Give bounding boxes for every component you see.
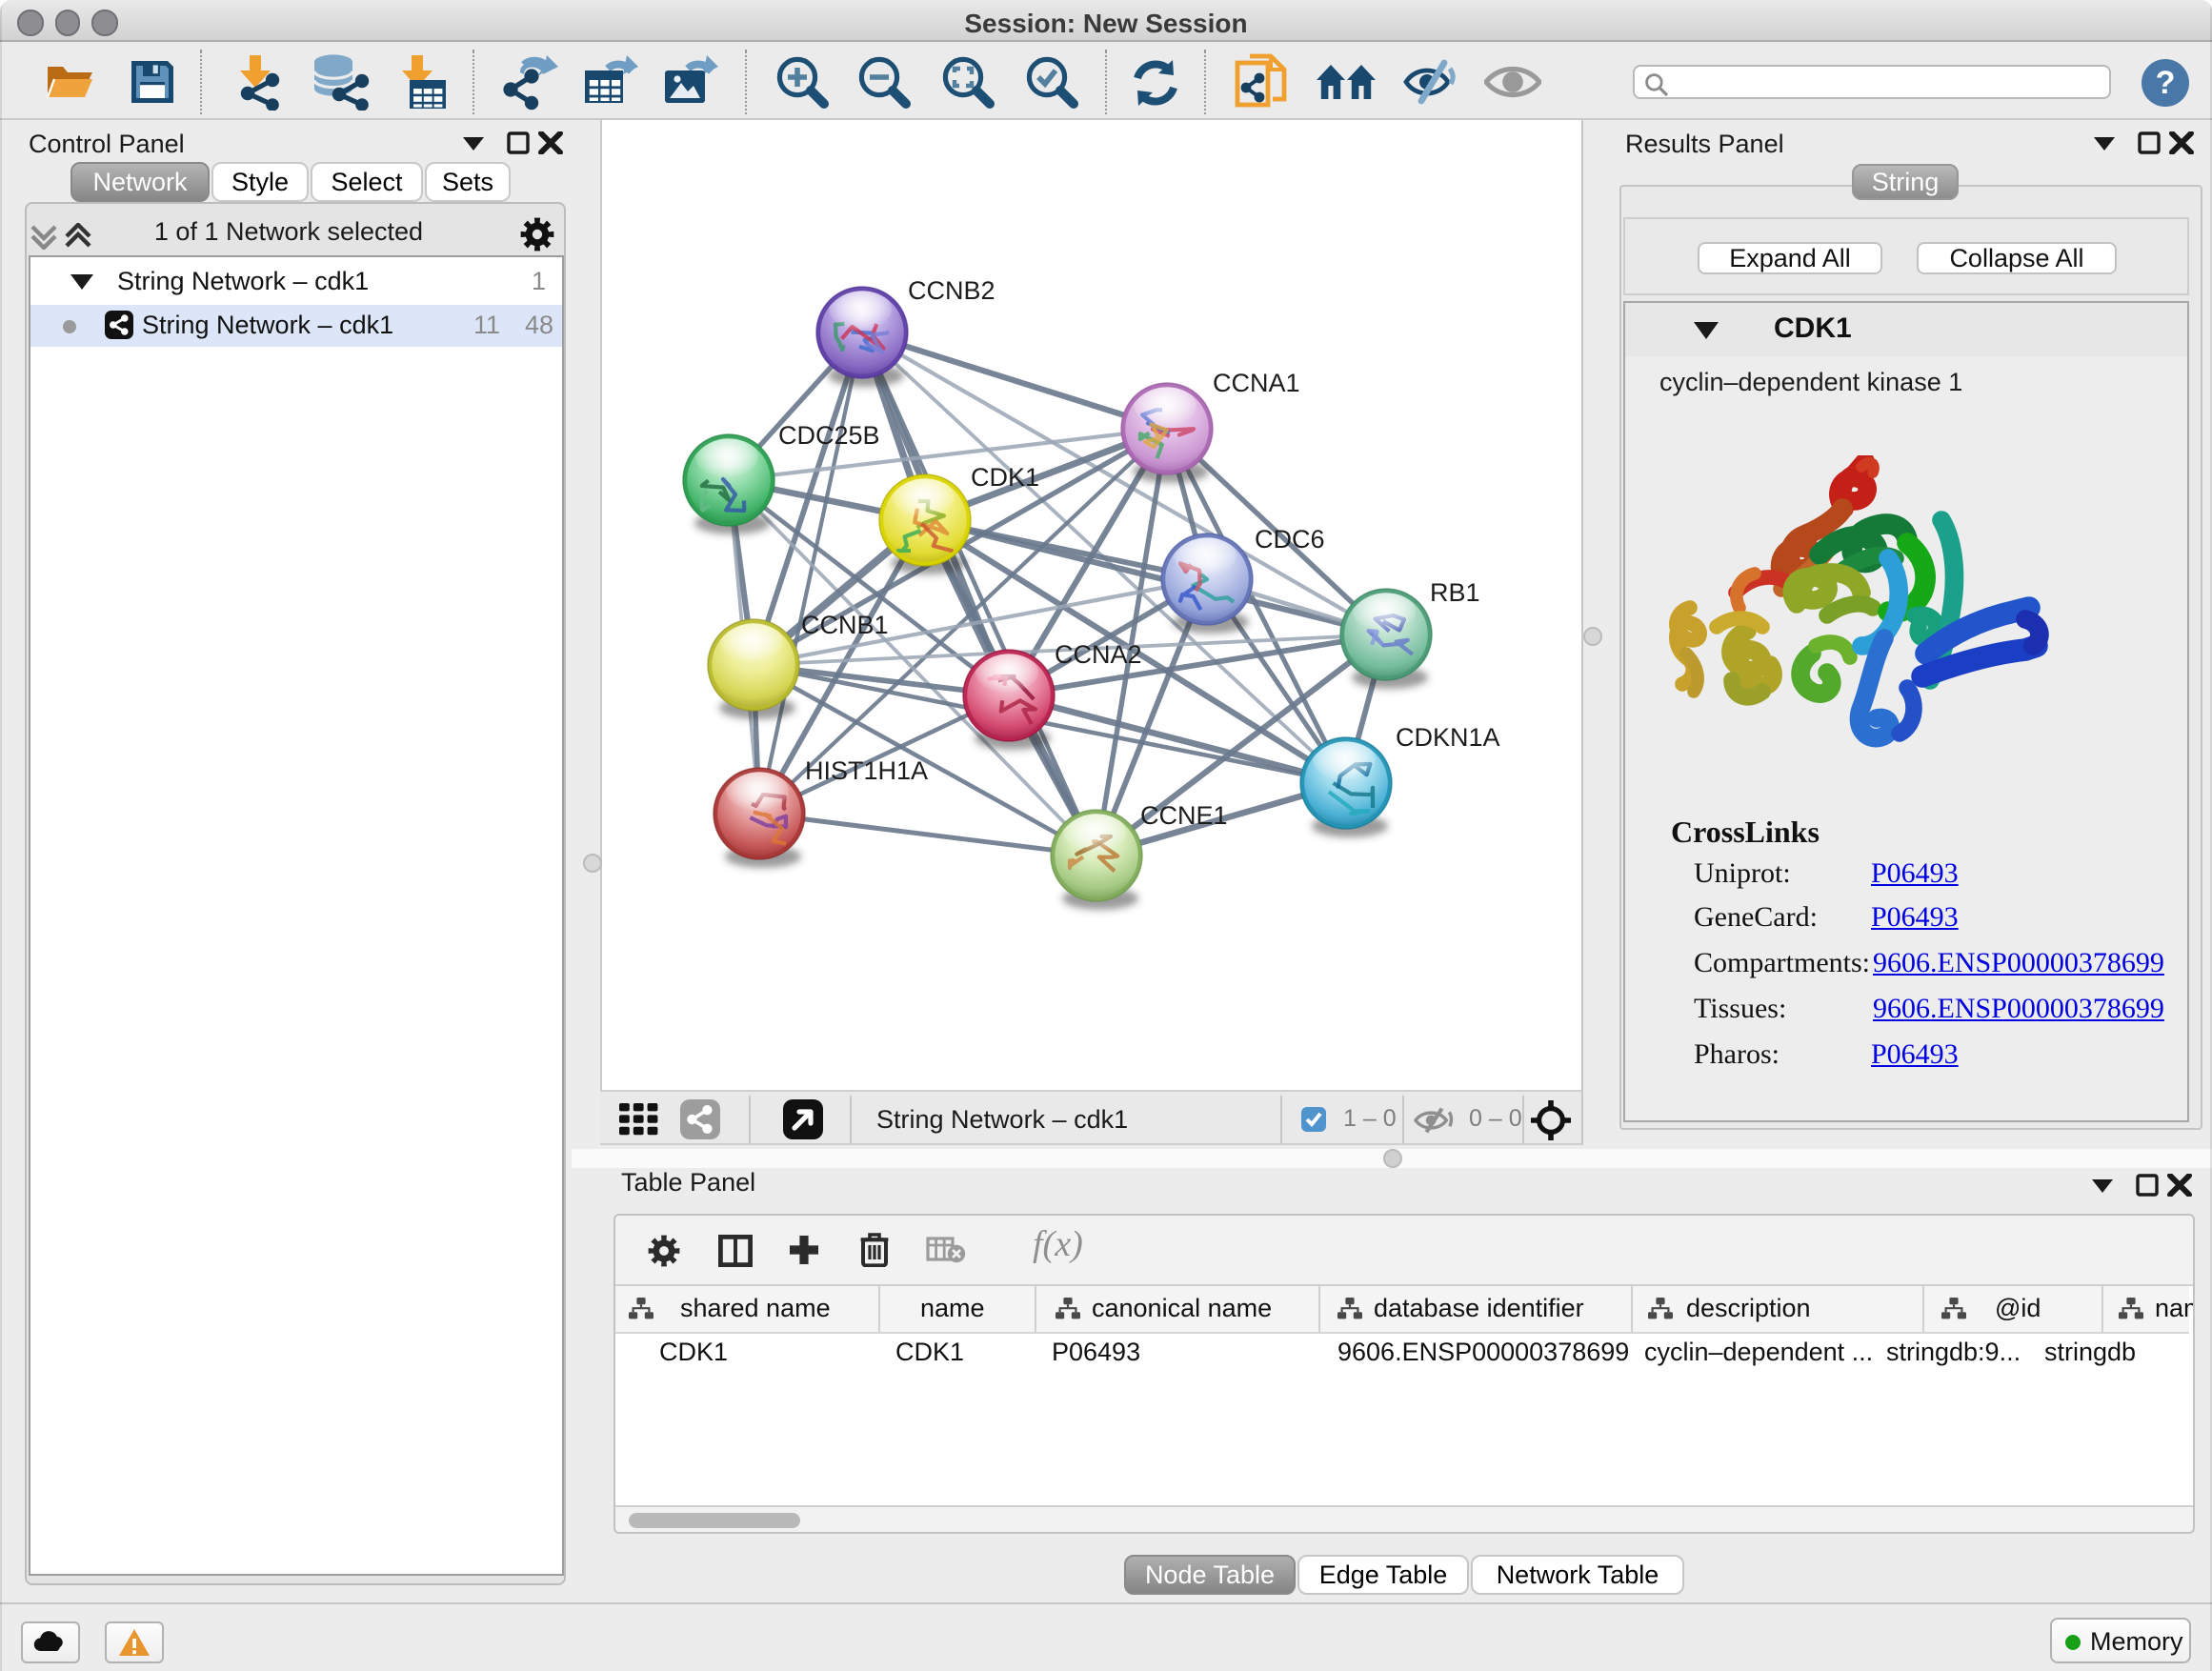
svg-text:HIST1H1A: HIST1H1A [805,756,928,785]
svg-text:CCNB2: CCNB2 [908,276,995,305]
svg-text:CDKN1A: CDKN1A [1396,723,1500,752]
svg-text:CCNE1: CCNE1 [1140,801,1228,830]
svg-text:RB1: RB1 [1430,578,1480,607]
svg-text:CCNA2: CCNA2 [1055,640,1142,669]
svg-text:CDC25B: CDC25B [778,421,880,450]
svg-text:CDK1: CDK1 [971,463,1039,492]
svg-text:CCNA1: CCNA1 [1213,369,1300,397]
svg-text:CDC6: CDC6 [1255,525,1325,554]
svg-text:CCNB1: CCNB1 [801,611,889,639]
